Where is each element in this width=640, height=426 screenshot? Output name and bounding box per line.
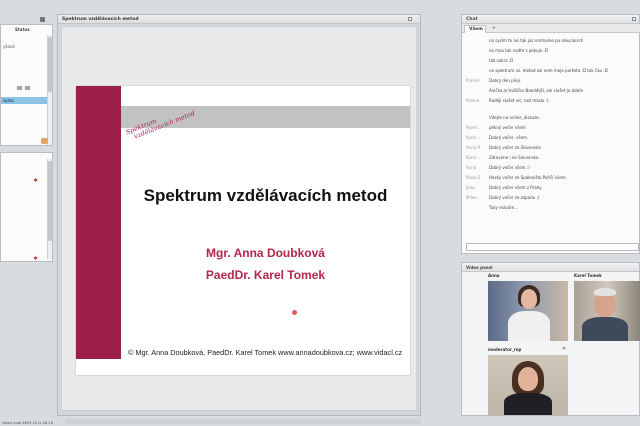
chat-text: Dobrý večer všem z Prahy. [489, 185, 543, 190]
chat-message: Tuky mávám... [462, 205, 640, 213]
hand-raise-icon[interactable] [41, 138, 48, 144]
chat-text: no max tak vodte z pokuje :D [489, 48, 548, 53]
chat-sender: Jana [466, 185, 475, 190]
chat-input[interactable] [466, 243, 639, 251]
laser-pointer-dot [292, 310, 297, 315]
chat-sender: Pavla S. [466, 175, 482, 180]
chat-sender: Karel ... [466, 155, 482, 160]
minimize-icon[interactable] [408, 17, 412, 21]
chat-text: Vítejte na online_diskuze. [489, 115, 541, 120]
chat-message: Pavla S. Hezký večer ze Spáleništo Poříčí… [462, 175, 640, 183]
close-icon[interactable]: ✕ [562, 346, 566, 352]
participant-status-icon [17, 86, 22, 90]
chat-message: Pavel ... pěkný večer všem [462, 125, 640, 133]
chat-sender: Promin [466, 78, 480, 83]
chat-message: Milan ... Dobrý večer ze západu ;) [462, 195, 640, 203]
chat-message: Karel ... Dobrý večer, všem. [462, 135, 640, 143]
video-tile-name: Anna [488, 273, 500, 278]
chat-text: Dobrý večer ze západu ;) [489, 195, 540, 200]
video-tile-name: Karel Tomek [574, 273, 602, 278]
status-bar: vidacl.auta 6603-2012-06-18 [2, 421, 53, 425]
chat-message: Anna Dobrý večer všem :) [462, 165, 640, 173]
participant-row[interactable]: yšová [1, 43, 47, 50]
video-feed-anna [488, 281, 568, 341]
tab-vsem[interactable]: Všem [464, 25, 486, 33]
chat-message: Anička je trošičku Naeddljší, ale slušet… [462, 88, 640, 96]
chat-text: Zdravíme i ne Slovensko. [489, 155, 540, 160]
participant-row[interactable] [1, 61, 47, 68]
chat-text: Dobrý den přeji. [489, 78, 522, 83]
chat-text: no spektrum vz. metod asi nem moje parke… [489, 68, 608, 73]
chat-text: Tuky mávám... [489, 205, 519, 210]
chat-sender: Karel ... [466, 135, 482, 140]
presentation-scrollbar[interactable] [65, 419, 421, 424]
chat-sender: Anna [466, 165, 477, 170]
audio-panel [0, 152, 53, 262]
video-panel: Video panel Anna Karel Tomek moderator_r… [461, 262, 640, 416]
chat-sender: Pavel ... [466, 125, 482, 130]
participants-panel: Status yšová zymo [0, 24, 53, 146]
chat-message: no syslm to asi tak jaz normalne po slou… [462, 38, 640, 46]
chat-text: Hezký večer ze Spáleništo Poříčí všem [489, 175, 566, 180]
chat-text: Raději slušet víc, než máslo :) [489, 98, 549, 103]
slide-heading: Spektrum vzdělávacích metod [143, 186, 388, 205]
chat-message: no max tak vodte z pokuje :D [462, 48, 640, 56]
chat-messages: no syslm to asi tak jaz normalne po slou… [462, 35, 640, 257]
chat-text: pěkný večer všem [489, 125, 526, 130]
chat-text: Dobrý večer všem :) [489, 165, 530, 170]
video-feed-moderator [488, 355, 568, 415]
participant-row[interactable] [1, 79, 47, 86]
scroll-thumb[interactable] [48, 37, 52, 92]
chat-message: tak sakra :D [462, 58, 640, 66]
window-control-icon[interactable] [40, 17, 45, 22]
chat-message: Karel ... Zdravíme i ne Slovensko. [462, 155, 640, 163]
chat-tabs: Všem + [462, 24, 640, 33]
chat-sender: Milan ... [466, 195, 482, 200]
slide-footer: © Mgr. Anna Doubková, PaedDr. Karel Tome… [128, 348, 403, 357]
video-panel-title: Video panel [462, 263, 639, 272]
participants-scrollbar[interactable] [47, 35, 52, 145]
speaker-icon[interactable] [34, 256, 39, 260]
chat-text: Dobrý večer ze Slovenska [489, 145, 541, 150]
add-tab-button[interactable]: + [488, 25, 500, 33]
slide-area: Spektrum vzdělávacích metod Spektrum vzd… [61, 26, 421, 424]
slide-author-1: Mgr. Anna Doubková [206, 246, 325, 260]
chat-text: tak sakra :D [489, 58, 514, 63]
audio-scrollbar[interactable] [47, 159, 52, 259]
participant-status-icon [25, 86, 30, 90]
chat-title: Chat [462, 15, 639, 24]
slide: Spektrum vzdělávacích metod Spektrum vzd… [76, 86, 410, 375]
speaker-icon[interactable] [34, 178, 39, 182]
participant-row-selected[interactable]: zymo [1, 97, 47, 104]
chat-message: Pavina Raději slušet víc, než máslo :) [462, 98, 640, 106]
chat-message: no spektrum vz. metod asi nem moje parke… [462, 68, 640, 76]
scroll-thumb[interactable] [48, 161, 52, 241]
chat-message: Promin Dobrý den přeji. [462, 78, 640, 86]
slide-accent-stripe [76, 86, 121, 359]
video-feed-karel [574, 281, 640, 341]
chat-sender: Pavina [466, 98, 480, 103]
presentation-title: Spektrum vzdělávacích metod [58, 15, 420, 24]
slide-author-2: PaedDr. Karel Tomek [205, 268, 326, 282]
chat-message: Jana Dobrý večer všem z Prahy. [462, 185, 640, 193]
participants-column-header: Status [15, 27, 30, 32]
chat-text: Dobrý večer, všem. [489, 135, 529, 140]
chat-panel: Chat Všem + no syslm to asi tak jaz norm… [461, 14, 640, 254]
minimize-icon[interactable] [632, 17, 636, 21]
chat-message: Vítejte na online_diskuze. [462, 115, 640, 123]
chat-message: Anna P. Dobrý večer ze Slovenska [462, 145, 640, 153]
chat-text: no syslm to asi tak jaz normalne po slou… [489, 38, 584, 43]
chat-sender: Anna P. [466, 145, 481, 150]
chat-text: Anička je trošičku Naeddljší, ale slušet… [489, 88, 584, 93]
presentation-window: Spektrum vzdělávacích metod Spektrum vzd… [57, 14, 421, 424]
video-tile-name: moderator_rop [488, 347, 522, 352]
